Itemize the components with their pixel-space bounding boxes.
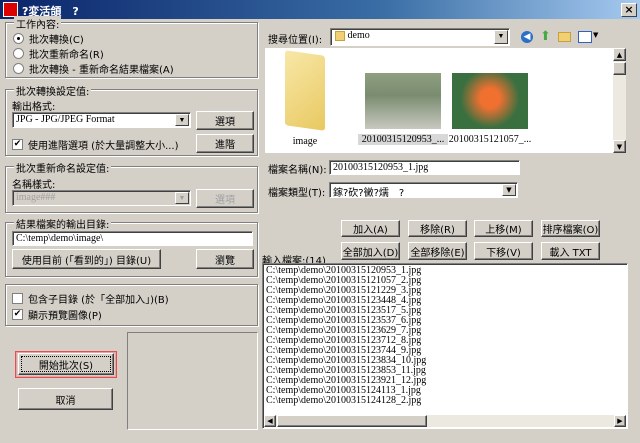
look-in-value: demo	[347, 30, 370, 41]
remove-button[interactable]: 移除(R)	[408, 220, 467, 237]
move-up-button[interactable]: 上移(M)	[474, 220, 533, 237]
include-subdir-label: 包含子目錄 (於「全部加入」)(B)	[28, 295, 169, 306]
up-folder-icon[interactable]: ⬆	[540, 29, 551, 44]
filename-label: 檔案名稱(N):	[268, 165, 327, 176]
radio-icon	[13, 33, 24, 44]
back-icon[interactable]: ◀	[521, 31, 533, 43]
file-view[interactable]: image 20100315120953_... 20100315121057_…	[265, 48, 626, 153]
thumbnail-image	[365, 73, 441, 129]
filetype-select[interactable]: 鎵?砍?黴?燸 ? ▼	[329, 182, 518, 198]
cancel-button[interactable]: 取消	[18, 388, 113, 410]
item-label: image	[292, 136, 318, 147]
file-list-item[interactable]: C:\temp\demo\20100315124128_2.jpg	[266, 396, 624, 406]
image-item[interactable]: 20100315120953_...	[358, 73, 448, 145]
radio-label: 批次重新命名(R)	[29, 50, 104, 61]
folder-icon	[335, 30, 345, 41]
app-icon	[3, 2, 18, 17]
add-all-button[interactable]: 全部加入(D)	[341, 242, 400, 260]
item-label: 20100315121057_...	[448, 134, 532, 145]
radio-label: 批次轉換 - 重新命名結果檔案(A)	[29, 65, 174, 76]
radio-batch-convert[interactable]: 批次轉換(C)	[13, 31, 84, 46]
use-current-dir-button[interactable]: 使用目前 (「看到的」) 目錄(U)	[12, 249, 161, 269]
advanced-checkbox[interactable]: ✔ 使用進階選項 (於大量調整大小...)	[12, 137, 179, 152]
convert-legend: 批次轉換設定值:	[14, 83, 92, 98]
chevron-down-icon[interactable]: ▼	[502, 184, 516, 196]
thumbnail-image	[452, 73, 528, 129]
output-path-input[interactable]: C:\temp\demo\image\	[12, 231, 253, 246]
item-label: 20100315120953_...	[358, 134, 448, 145]
checkbox-icon	[12, 293, 23, 304]
move-down-button[interactable]: 下移(V)	[474, 242, 533, 260]
folder-icon	[285, 50, 325, 131]
chevron-down-icon[interactable]: ▼	[175, 114, 189, 126]
title-bar: ?変活頜 ?	[0, 0, 640, 19]
look-in-label: 搜尋位置(I):	[268, 35, 323, 46]
chevron-down-icon[interactable]: ▼	[494, 30, 508, 44]
advanced-button[interactable]: 進階	[196, 134, 254, 153]
horizontal-scrollbar[interactable]: ◀ ▶	[264, 415, 626, 427]
chevron-down-icon[interactable]: ▼	[175, 192, 189, 204]
add-button[interactable]: 加入(A)	[341, 220, 400, 237]
input-file-list[interactable]: C:\temp\demo\20100315120953_1.jpg C:\temp…	[262, 263, 628, 429]
new-folder-icon[interactable]	[558, 32, 571, 42]
view-menu-icon[interactable]	[578, 31, 592, 43]
chevron-down-icon[interactable]: ▼	[593, 31, 598, 39]
format-options-button[interactable]: 選項	[196, 111, 254, 130]
filename-input[interactable]: 20100315120953_1.jpg	[329, 160, 520, 175]
show-preview-checkbox[interactable]: ✔ 顯示預覽圖像(P)	[12, 307, 102, 322]
checkbox-checked-icon: ✔	[12, 309, 23, 320]
close-button[interactable]: ×	[621, 3, 637, 17]
filetype-label: 檔案類型(T):	[268, 188, 326, 199]
browse-button[interactable]: 瀏覽	[196, 249, 254, 269]
radio-icon	[13, 48, 24, 59]
look-in-select[interactable]: demo ▼	[330, 28, 510, 46]
pattern-label: 名稱樣式:	[12, 180, 56, 191]
scroll-thumb[interactable]	[613, 62, 626, 75]
vertical-scrollbar[interactable]: ▲ ▼	[613, 48, 626, 153]
preview-panel	[127, 332, 258, 430]
pattern-select[interactable]: image### ▼	[12, 190, 191, 206]
sort-files-button[interactable]: 排序檔案(O)	[541, 220, 600, 237]
format-select[interactable]: JPG - JPG/JPEG Format ▼	[12, 112, 191, 128]
folder-item[interactable]: image	[275, 50, 335, 147]
scroll-thumb[interactable]	[277, 415, 427, 427]
rename-options-button[interactable]: 選項	[196, 189, 254, 208]
radio-icon	[13, 63, 24, 74]
load-txt-button[interactable]: 載入 TXT	[541, 242, 600, 260]
format-label: 輸出格式:	[12, 102, 56, 113]
pattern-value: image###	[16, 192, 56, 203]
show-preview-label: 顯示預覽圖像(P)	[28, 311, 102, 322]
image-item[interactable]: 20100315121057_...	[445, 73, 535, 145]
include-subdir-checkbox[interactable]: 包含子目錄 (於「全部加入」)(B)	[12, 291, 169, 306]
scroll-left-icon[interactable]: ◀	[264, 415, 276, 427]
radio-convert-rename[interactable]: 批次轉換 - 重新命名結果檔案(A)	[13, 61, 174, 76]
scroll-up-icon[interactable]: ▲	[613, 48, 626, 61]
work-legend: 工作內容:	[14, 16, 62, 31]
scroll-down-icon[interactable]: ▼	[613, 140, 626, 153]
advanced-label: 使用進階選項 (於大量調整大小...)	[28, 141, 179, 152]
output-legend: 結果檔案的輸出目錄:	[14, 216, 112, 231]
start-batch-button[interactable]: 開始批次(S)	[18, 353, 114, 375]
remove-all-button[interactable]: 全部移除(E)	[408, 242, 467, 260]
scroll-right-icon[interactable]: ▶	[614, 415, 626, 427]
radio-label: 批次轉換(C)	[29, 35, 84, 46]
checkbox-checked-icon: ✔	[12, 139, 23, 150]
format-value: JPG - JPG/JPEG Format	[16, 114, 115, 125]
radio-batch-rename[interactable]: 批次重新命名(R)	[13, 46, 104, 61]
rename-legend: 批次重新命名設定值:	[14, 160, 112, 175]
filetype-value: 鎵?砍?黴?燸 ?	[333, 188, 405, 198]
